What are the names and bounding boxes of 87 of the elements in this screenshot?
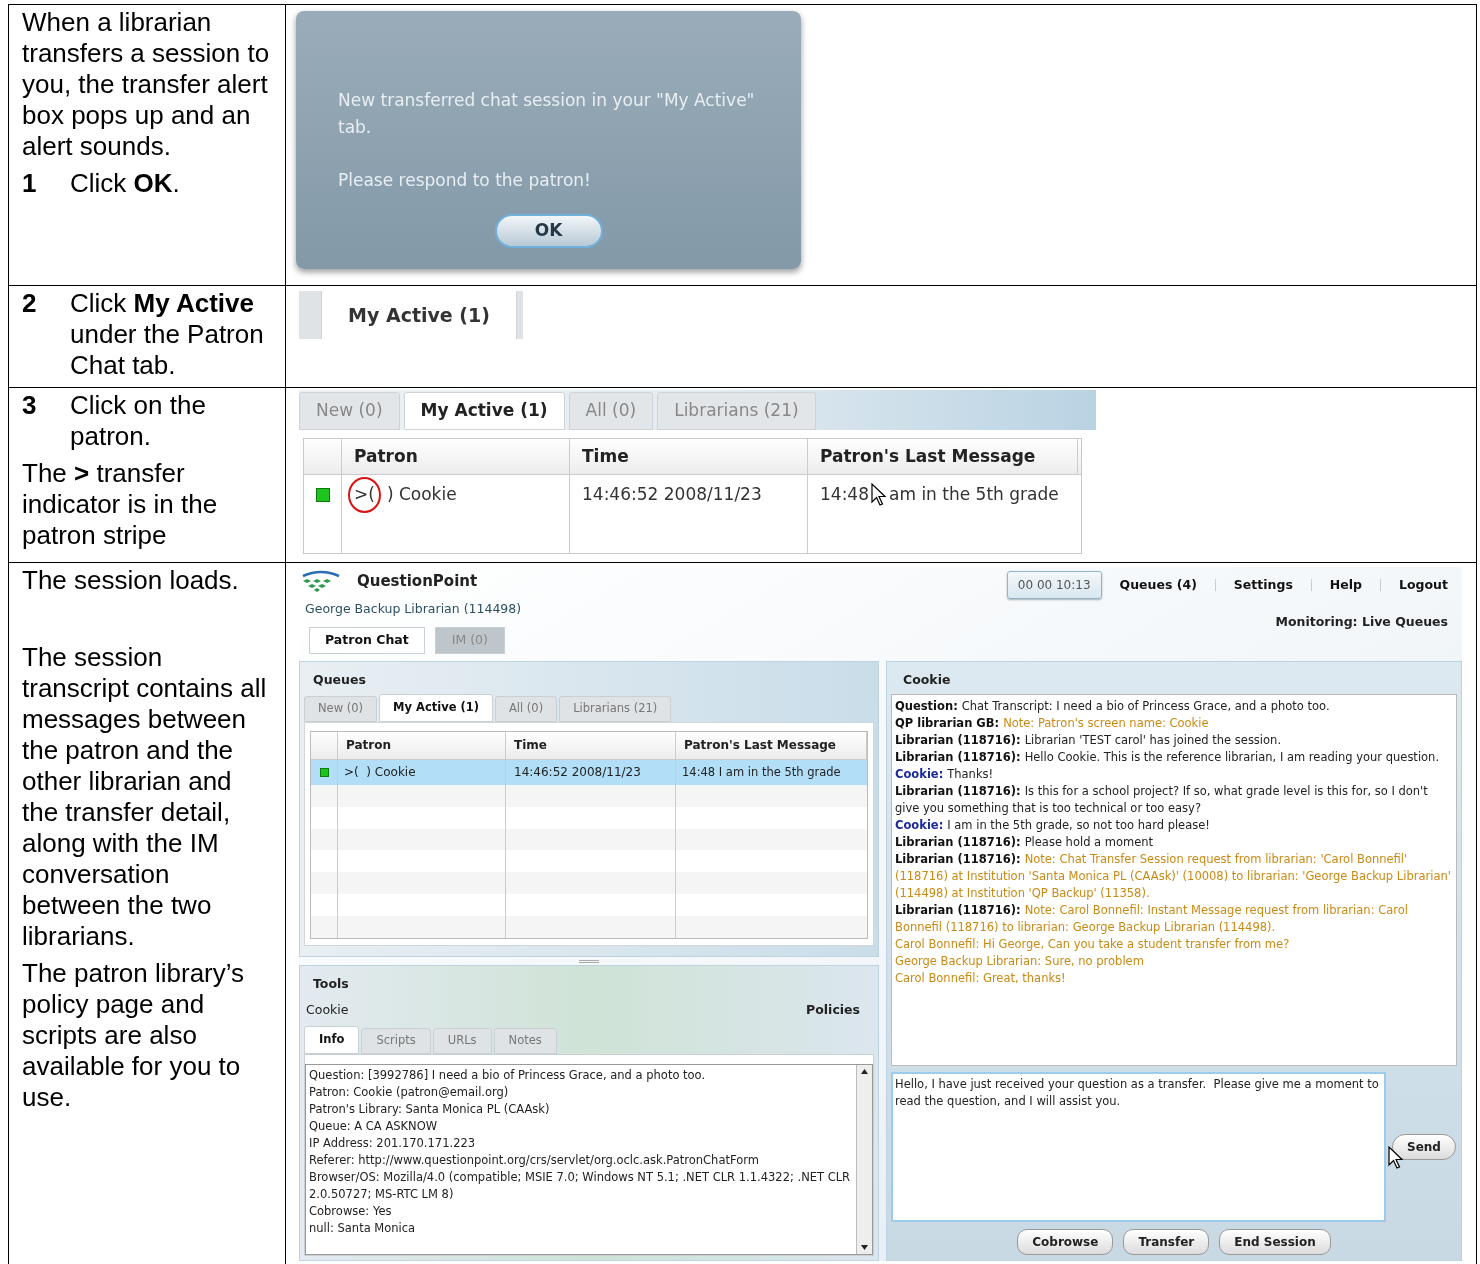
patron-name[interactable]: ) Cookie bbox=[386, 482, 457, 508]
step-number: 3 bbox=[22, 390, 38, 422]
column-header[interactable]: Time bbox=[582, 443, 629, 470]
splitter-handle-icon[interactable] bbox=[579, 959, 599, 963]
policies-link[interactable]: Policies bbox=[806, 1001, 860, 1020]
transcript-message: Librarian (118716): Note: Chat Transfer Session request from librarian: 'Carol Bonnefil' (118716) at Institution 'Santa Monica PL (CAAsk)' (10008) to librarian: 'George Backup Librarian' (114498) at Institution 'QP Backup' (11358). bbox=[895, 851, 1452, 902]
transcript-message: Cookie: I am in the 5th grade, so not too hard please! bbox=[895, 817, 1211, 834]
info-line: Patron's Library: Santa Monica PL (CAAsk) bbox=[309, 1101, 551, 1118]
tab[interactable]: Notes bbox=[493, 1028, 557, 1054]
last-message-cell-text: 14:48 bbox=[820, 483, 869, 507]
transcript-message: Librarian (118716): Is this for a school project? If so, what grade level is this for, so I don't give you something that is too technical or too easy? bbox=[895, 783, 1429, 817]
time-cell-text: 14:46:52 2008/11/23 bbox=[582, 483, 762, 507]
tab[interactable]: Scripts bbox=[361, 1028, 431, 1054]
transcript-message: George Backup Librarian: Sure, no problem bbox=[895, 953, 1145, 970]
session-timer: 00 00 10:13 bbox=[1006, 571, 1102, 599]
instruction-text: The > transfer indicator is in the patron stripe bbox=[22, 458, 219, 551]
online-status-icon bbox=[319, 767, 329, 777]
info-line: Browser/OS: Mozilla/4.0 (compatible; MSIE 7.0; Windows NT 5.1; .NET CLR 1.1.4322; .NET CLR 2.0.50727; MS-RTC LM 8) bbox=[309, 1169, 852, 1203]
nav-link[interactable]: Settings bbox=[1233, 575, 1293, 595]
transcript-message: QP librarian GB: Note: Patron's screen name: Cookie bbox=[895, 715, 1210, 732]
info-line: Referer: http://www.questionpoint.org/crs/servlet/org.oclc.ask.PatronChatForm bbox=[309, 1152, 760, 1169]
scrollbar[interactable] bbox=[856, 1065, 872, 1254]
transcript-message: Question: Chat Transcript: I need a bio of Princess Grace, and a photo too. bbox=[895, 698, 1331, 715]
tab[interactable]: New (0) bbox=[304, 696, 378, 722]
step-text: Click OK. bbox=[70, 168, 180, 199]
nav-link[interactable]: Queues (4) bbox=[1119, 575, 1197, 595]
instruction-text: When a librarian transfers a session to you, the transfer alert box pops up and an alert sounds. bbox=[22, 7, 271, 162]
step-text: Click on the patron. bbox=[70, 390, 207, 452]
instruction-text: The patron library’s policy page and scripts are also available for you to use. bbox=[22, 958, 246, 1113]
tab[interactable]: All (0) bbox=[494, 696, 558, 722]
alert-message: Please respond to the patron! bbox=[338, 169, 592, 192]
panel-title: Tools bbox=[312, 975, 350, 993]
queue-row[interactable]: >( ) Cookie 14:46:52 2008/11/23 14:48 I am in the 5th grade bbox=[311, 759, 867, 785]
panel-title: Cookie bbox=[902, 671, 952, 689]
patron-name: Cookie bbox=[305, 1001, 349, 1020]
transcript-message: Carol Bonnefil: Great, thanks! bbox=[895, 970, 1067, 987]
transcript-message: Librarian (118716): Please hold a moment bbox=[895, 834, 1155, 851]
info-line: Queue: A CA ASKNOW bbox=[309, 1118, 439, 1135]
scroll-up-icon[interactable] bbox=[861, 1069, 868, 1074]
ok-button[interactable]: OK bbox=[494, 214, 603, 248]
user-name: George Backup Librarian (114498) bbox=[305, 600, 522, 618]
nav-link[interactable]: Help bbox=[1329, 575, 1363, 595]
scroll-down-icon[interactable] bbox=[861, 1245, 868, 1250]
transcript-message: Librarian (118716): Librarian 'TEST carol' has joined the session. bbox=[895, 732, 1283, 749]
last-message-cell: 14:48 I am in the 5th grade bbox=[682, 763, 841, 781]
transcript-message: Cookie: Thanks! bbox=[895, 766, 995, 783]
transcript-message: Librarian (118716): Hello Cookie. This is the reference librarian, I am reading your question. bbox=[895, 749, 1441, 766]
action-button[interactable]: End Session bbox=[1219, 1229, 1331, 1255]
brand-name: QuestionPoint bbox=[357, 570, 478, 592]
last-message-cell-text: am in the 5th grade bbox=[889, 483, 1059, 507]
mouse-pointer-icon bbox=[871, 483, 887, 507]
main-tab[interactable]: Patron Chat bbox=[309, 626, 425, 654]
tab[interactable]: Librarians (21) bbox=[559, 696, 672, 722]
message-input[interactable]: Hello, I have just received your question as a transfer. Please give me a moment to read the question, and I will assist you. bbox=[891, 1072, 1386, 1222]
column-header[interactable]: Patron's Last Message bbox=[684, 736, 836, 755]
nav-link[interactable]: Logout bbox=[1399, 575, 1448, 595]
column-header[interactable]: Patron bbox=[346, 736, 391, 755]
action-button[interactable]: Cobrowse bbox=[1017, 1229, 1114, 1255]
time-cell-text: 14:46:52 2008/11/23 bbox=[514, 764, 641, 782]
tab[interactable]: My Active (1) bbox=[321, 291, 517, 339]
alert-message: New transferred chat session in your "My Active" tab. bbox=[338, 89, 756, 139]
column-header[interactable]: Patron bbox=[354, 443, 418, 470]
mouse-pointer-icon bbox=[1388, 1146, 1404, 1170]
instruction-text: The session loads. bbox=[22, 565, 240, 596]
monitoring-status: Monitoring: Live Queues bbox=[1275, 613, 1448, 631]
instruction-text: The session transcript contains all messages between the patron and the other librarian and the transfer detail, along with the IM conversation between the two librarians. bbox=[22, 642, 268, 952]
patron-cell-text: >( ) Cookie bbox=[344, 764, 416, 782]
column-header[interactable]: Time bbox=[514, 736, 547, 755]
transfer-indicator: >( bbox=[348, 477, 381, 513]
step-text: Click My Active under the Patron Chat tab. bbox=[70, 288, 265, 381]
transcript-message: Carol Bonnefil: Hi George, Can you take a student transfer from me? bbox=[895, 936, 1291, 953]
step-number: 2 bbox=[22, 288, 38, 320]
step-number: 1 bbox=[22, 168, 38, 199]
tab[interactable]: My Active (1) bbox=[379, 694, 493, 722]
info-line: Patron: Cookie (patron@email.org) bbox=[309, 1084, 510, 1101]
panel-title: Queues bbox=[312, 671, 367, 689]
transcript-message: Librarian (118716): Note: Carol Bonnefil: Instant Message request from librarian: Carol Bonnefil (118716) to librarian: George Backup Librarian (114498). bbox=[895, 902, 1409, 936]
tab[interactable]: URLs bbox=[432, 1028, 492, 1054]
info-line: null: Santa Monica bbox=[309, 1220, 417, 1237]
action-button[interactable]: Transfer bbox=[1123, 1229, 1210, 1255]
tab[interactable]: Info bbox=[304, 1026, 360, 1054]
column-header[interactable]: Patron's Last Message bbox=[820, 443, 1036, 470]
online-status-icon bbox=[315, 488, 330, 502]
info-line: Question: [3992786] I need a bio of Princess Grace, and a photo too. bbox=[309, 1067, 707, 1084]
queue-tab[interactable]: My Active (1) bbox=[403, 392, 565, 430]
info-line: Cobrowse: Yes bbox=[309, 1203, 393, 1220]
info-line: IP Address: 201.170.171.223 bbox=[309, 1135, 477, 1152]
